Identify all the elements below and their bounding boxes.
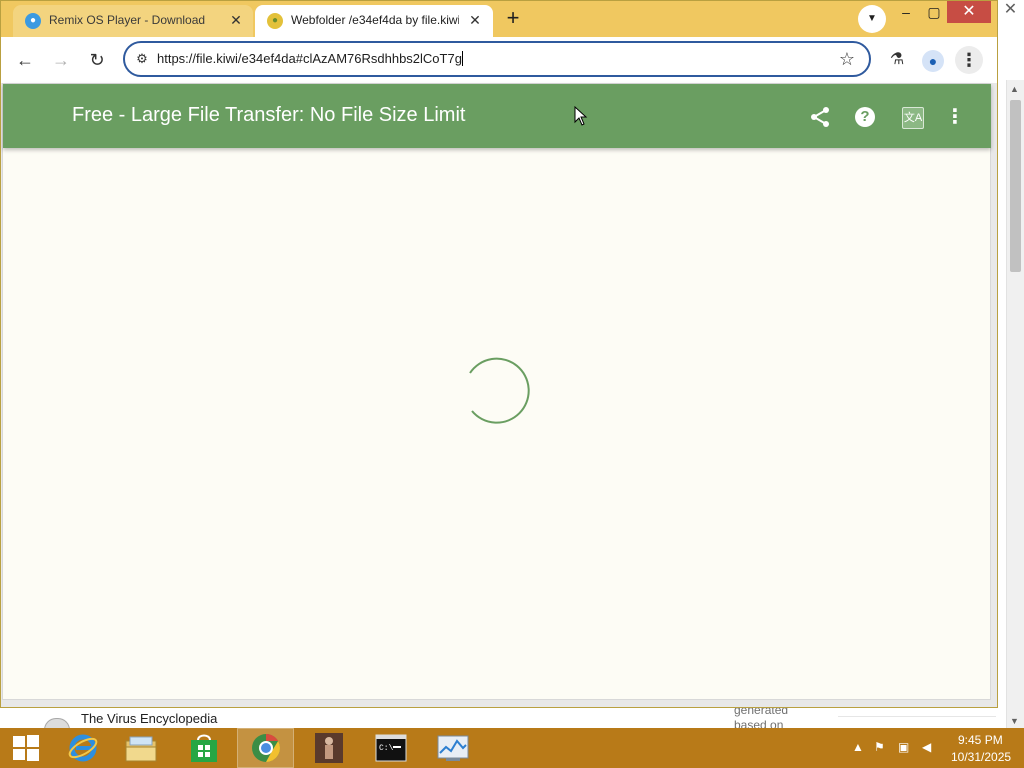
resource-monitor-icon[interactable] <box>424 728 481 768</box>
tab-search-button[interactable]: ▼ <box>858 5 886 33</box>
bookmark-star-icon[interactable]: ☆ <box>839 49 855 70</box>
tab-remix-os[interactable]: ● Remix OS Player - Download ✕ <box>13 5 253 37</box>
action-center-icon[interactable]: ⚑ <box>874 740 885 754</box>
clock-date[interactable]: 10/31/2025 <box>951 750 1011 764</box>
command-prompt-icon[interactable]: C:\ <box>362 728 419 768</box>
url-input[interactable]: https://file.kiwi/e34ef4da#clAzAM76Rsdhh… <box>157 51 463 66</box>
profile-button[interactable]: ● <box>919 46 947 74</box>
scrollbar-thumb[interactable] <box>1010 100 1021 272</box>
share-icon[interactable] <box>805 102 835 132</box>
tab-title: Webfolder /e34ef4da by file.kiwi <box>291 13 459 27</box>
file-kiwi-favicon-icon: ● <box>267 13 283 29</box>
maximize-button[interactable]: ▢ <box>917 1 951 23</box>
text-caret <box>461 51 463 66</box>
scroll-up-arrow-icon[interactable]: ▲ <box>1010 84 1019 94</box>
browser-toolbar: ← → ↻ ⚙ https://file.kiwi/e34ef4da#clAzA… <box>1 37 997 83</box>
tab-webfolder[interactable]: ● Webfolder /e34ef4da by file.kiwi ✕ <box>255 5 493 37</box>
network-icon[interactable]: ▣ <box>898 740 909 754</box>
profile-avatar-icon: ● <box>922 50 944 72</box>
scroll-down-arrow-icon[interactable]: ▼ <box>1010 716 1019 726</box>
taskbar: C:\ ▲ ⚑ ▣ ◀ 9:45 PM 10/31/2025 <box>0 728 1024 768</box>
reload-button[interactable]: ↻ <box>83 46 111 74</box>
forward-button[interactable]: → <box>47 46 75 74</box>
browser-window: ● Remix OS Player - Download ✕ ● Webfold… <box>0 0 998 708</box>
back-button[interactable]: ← <box>11 46 39 74</box>
site-info-icon[interactable]: ⚙ <box>133 50 151 68</box>
page-title: Free - Large File Transfer: No File Size… <box>72 104 466 126</box>
new-tab-button[interactable]: + <box>499 6 527 32</box>
chrome-icon[interactable] <box>237 728 294 768</box>
app-header-bar: Free - Large File Transfer: No File Size… <box>3 84 991 148</box>
file-explorer-icon[interactable] <box>112 728 169 768</box>
address-bar[interactable]: ⚙ https://file.kiwi/e34ef4da#clAzAM76Rsd… <box>123 41 871 77</box>
svg-text:C:\: C:\ <box>379 744 394 753</box>
tab-title: Remix OS Player - Download <box>49 13 206 27</box>
help-icon[interactable]: ? <box>850 102 880 132</box>
system-tray: ▲ ⚑ ▣ ◀ 9:45 PM 10/31/2025 <box>848 728 1024 768</box>
store-icon[interactable] <box>175 728 232 768</box>
tab-close-icon[interactable]: ✕ <box>466 11 484 29</box>
mouse-pointer-icon <box>574 106 588 126</box>
photo-viewer-icon[interactable] <box>300 728 357 768</box>
background-close-icon[interactable]: ✕ <box>997 0 1024 22</box>
more-vert-icon[interactable]: ⋮ <box>940 102 970 132</box>
volume-icon[interactable]: ◀ <box>922 740 931 754</box>
page-content: Free - Large File Transfer: No File Size… <box>2 83 991 700</box>
virus-encyclopedia-link[interactable]: The Virus Encyclopedia <box>81 711 217 726</box>
close-window-button[interactable]: ✕ <box>947 1 991 23</box>
tab-close-icon[interactable]: ✕ <box>227 11 245 29</box>
loading-spinner <box>469 357 530 424</box>
background-scrollbar[interactable]: ▲ ▼ <box>1006 80 1024 728</box>
labs-flask-icon[interactable]: ⚗ <box>883 46 911 74</box>
show-hidden-icons-icon[interactable]: ▲ <box>852 740 864 754</box>
start-button[interactable] <box>0 728 52 768</box>
remix-os-favicon-icon: ● <box>25 13 41 29</box>
browser-menu-button[interactable]: ⋮ <box>955 46 983 74</box>
internet-explorer-icon[interactable] <box>54 728 111 768</box>
translate-icon[interactable]: 文A <box>898 102 928 132</box>
tab-strip: ● Remix OS Player - Download ✕ ● Webfold… <box>1 1 997 37</box>
clock-time[interactable]: 9:45 PM <box>958 733 1003 747</box>
